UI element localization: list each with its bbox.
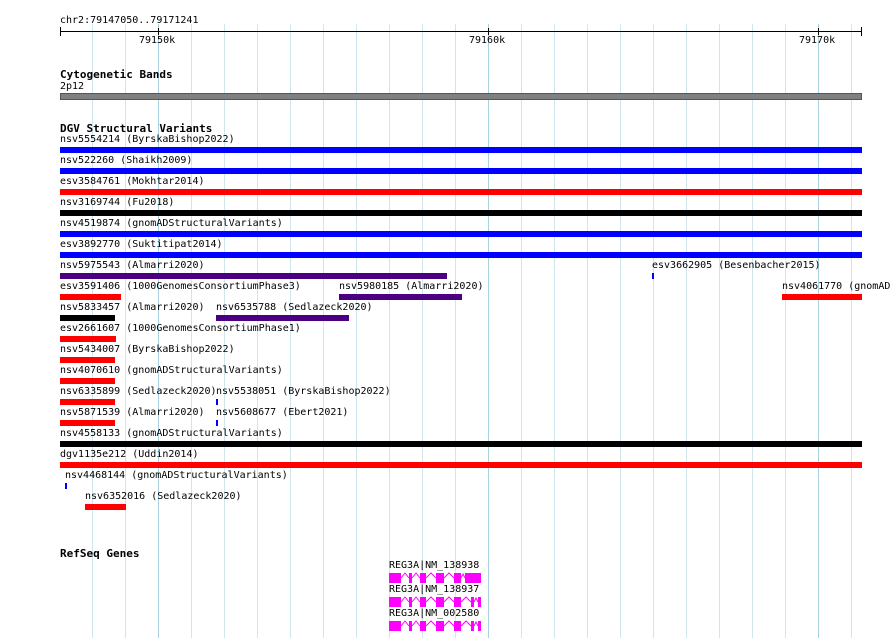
feature-label[interactable]: nsv522260 (Shaikh2009) [60, 155, 192, 167]
ruler-tick-mark [818, 28, 819, 35]
feature-bar[interactable] [60, 462, 862, 468]
ruler-tick-label: 79150k [139, 35, 176, 46]
feature-label[interactable]: nsv5975543 (Almarri2020) [60, 260, 205, 272]
feature-bar[interactable] [60, 252, 862, 258]
ruler-end-tick-right [861, 27, 862, 36]
ruler-tick-label: 79170k [799, 35, 836, 46]
ruler-scale-line [60, 31, 862, 32]
feature-label[interactable]: dgv1135e212 (Uddin2014) [60, 449, 198, 461]
ruler-tick-mark [158, 28, 159, 35]
location-label: chr2:79147050..79171241 [60, 15, 199, 26]
ruler-tick-label: 79160k [469, 35, 506, 46]
feature-bar[interactable] [60, 231, 862, 237]
feature-bar[interactable] [60, 420, 115, 426]
feature-label[interactable]: nsv5980185 (Almarri2020) [339, 281, 484, 293]
cytoband-label[interactable]: 2p12 [60, 81, 84, 93]
feature-bar[interactable] [339, 294, 462, 300]
feature-label[interactable]: nsv4519874 (gnomADStructuralVariants) [60, 218, 283, 230]
feature-label[interactable]: nsv4061770 (gnomAD [782, 281, 890, 293]
gene-model-glyph[interactable] [389, 596, 484, 608]
feature-bar[interactable] [60, 315, 115, 321]
feature-bar[interactable] [85, 504, 126, 510]
track-title: RefSeq Genes [60, 547, 140, 560]
feature-label[interactable]: nsv4558133 (gnomADStructuralVariants) [60, 428, 283, 440]
feature-label[interactable]: esv2661607 (1000GenomesConsortiumPhase1) [60, 323, 301, 335]
feature-label[interactable]: nsv6535788 (Sedlazeck2020) [216, 302, 373, 314]
feature-bar[interactable] [60, 441, 862, 447]
gene-model-glyph[interactable] [389, 620, 484, 632]
feature-label[interactable]: nsv5871539 (Almarri2020) [60, 407, 205, 419]
feature-bar[interactable] [60, 336, 116, 342]
feature-bar[interactable] [60, 210, 862, 216]
feature-label[interactable]: nsv6352016 (Sedlazeck2020) [85, 491, 242, 503]
feature-label[interactable]: esv3892770 (Suktitipat2014) [60, 239, 223, 251]
feature-label[interactable]: nsv5434007 (ByrskaBishop2022) [60, 344, 235, 356]
ruler-end-tick-left [60, 27, 61, 36]
feature-bar[interactable] [216, 420, 218, 426]
feature-bar[interactable] [60, 168, 862, 174]
ruler-tick-mark [488, 28, 489, 35]
cytoband-bar[interactable] [60, 93, 862, 100]
feature-label[interactable]: nsv5538051 (ByrskaBishop2022) [216, 386, 391, 398]
gene-model-glyph[interactable] [389, 572, 484, 584]
gene-label[interactable]: REG3A|NM_002580 [389, 608, 479, 620]
gene-label[interactable]: REG3A|NM_138937 [389, 584, 479, 596]
feature-bar[interactable] [652, 273, 654, 279]
feature-label[interactable]: nsv4468144 (gnomADStructuralVariants) [65, 470, 288, 482]
genome-browser-view: chr2:79147050..79171241 79150k 79160k 79… [0, 0, 890, 638]
feature-label[interactable]: esv3584761 (Mokhtar2014) [60, 176, 205, 188]
feature-bar[interactable] [60, 147, 862, 153]
feature-bar[interactable] [60, 378, 115, 384]
feature-label[interactable]: nsv6335899 (Sedlazeck2020) [60, 386, 217, 398]
feature-bar[interactable] [60, 399, 115, 405]
feature-bar[interactable] [782, 294, 862, 300]
feature-bar[interactable] [60, 189, 862, 195]
feature-label[interactable]: nsv5833457 (Almarri2020) [60, 302, 205, 314]
feature-label[interactable]: nsv3169744 (Fu2018) [60, 197, 174, 209]
feature-label[interactable]: nsv4070610 (gnomADStructuralVariants) [60, 365, 283, 377]
feature-label[interactable]: esv3662905 (Besenbacher2015) [652, 260, 821, 272]
feature-label[interactable]: nsv5554214 (ByrskaBishop2022) [60, 134, 235, 146]
gene-label[interactable]: REG3A|NM_138938 [389, 560, 479, 572]
feature-bar[interactable] [216, 315, 349, 321]
feature-bar[interactable] [60, 294, 121, 300]
feature-bar[interactable] [216, 399, 218, 405]
feature-label[interactable]: esv3591406 (1000GenomesConsortiumPhase3) [60, 281, 301, 293]
track-title: Cytogenetic Bands [60, 68, 173, 81]
feature-bar[interactable] [65, 483, 67, 489]
feature-bar[interactable] [60, 357, 115, 363]
feature-label[interactable]: nsv5608677 (Ebert2021) [216, 407, 348, 419]
feature-bar[interactable] [60, 273, 447, 279]
